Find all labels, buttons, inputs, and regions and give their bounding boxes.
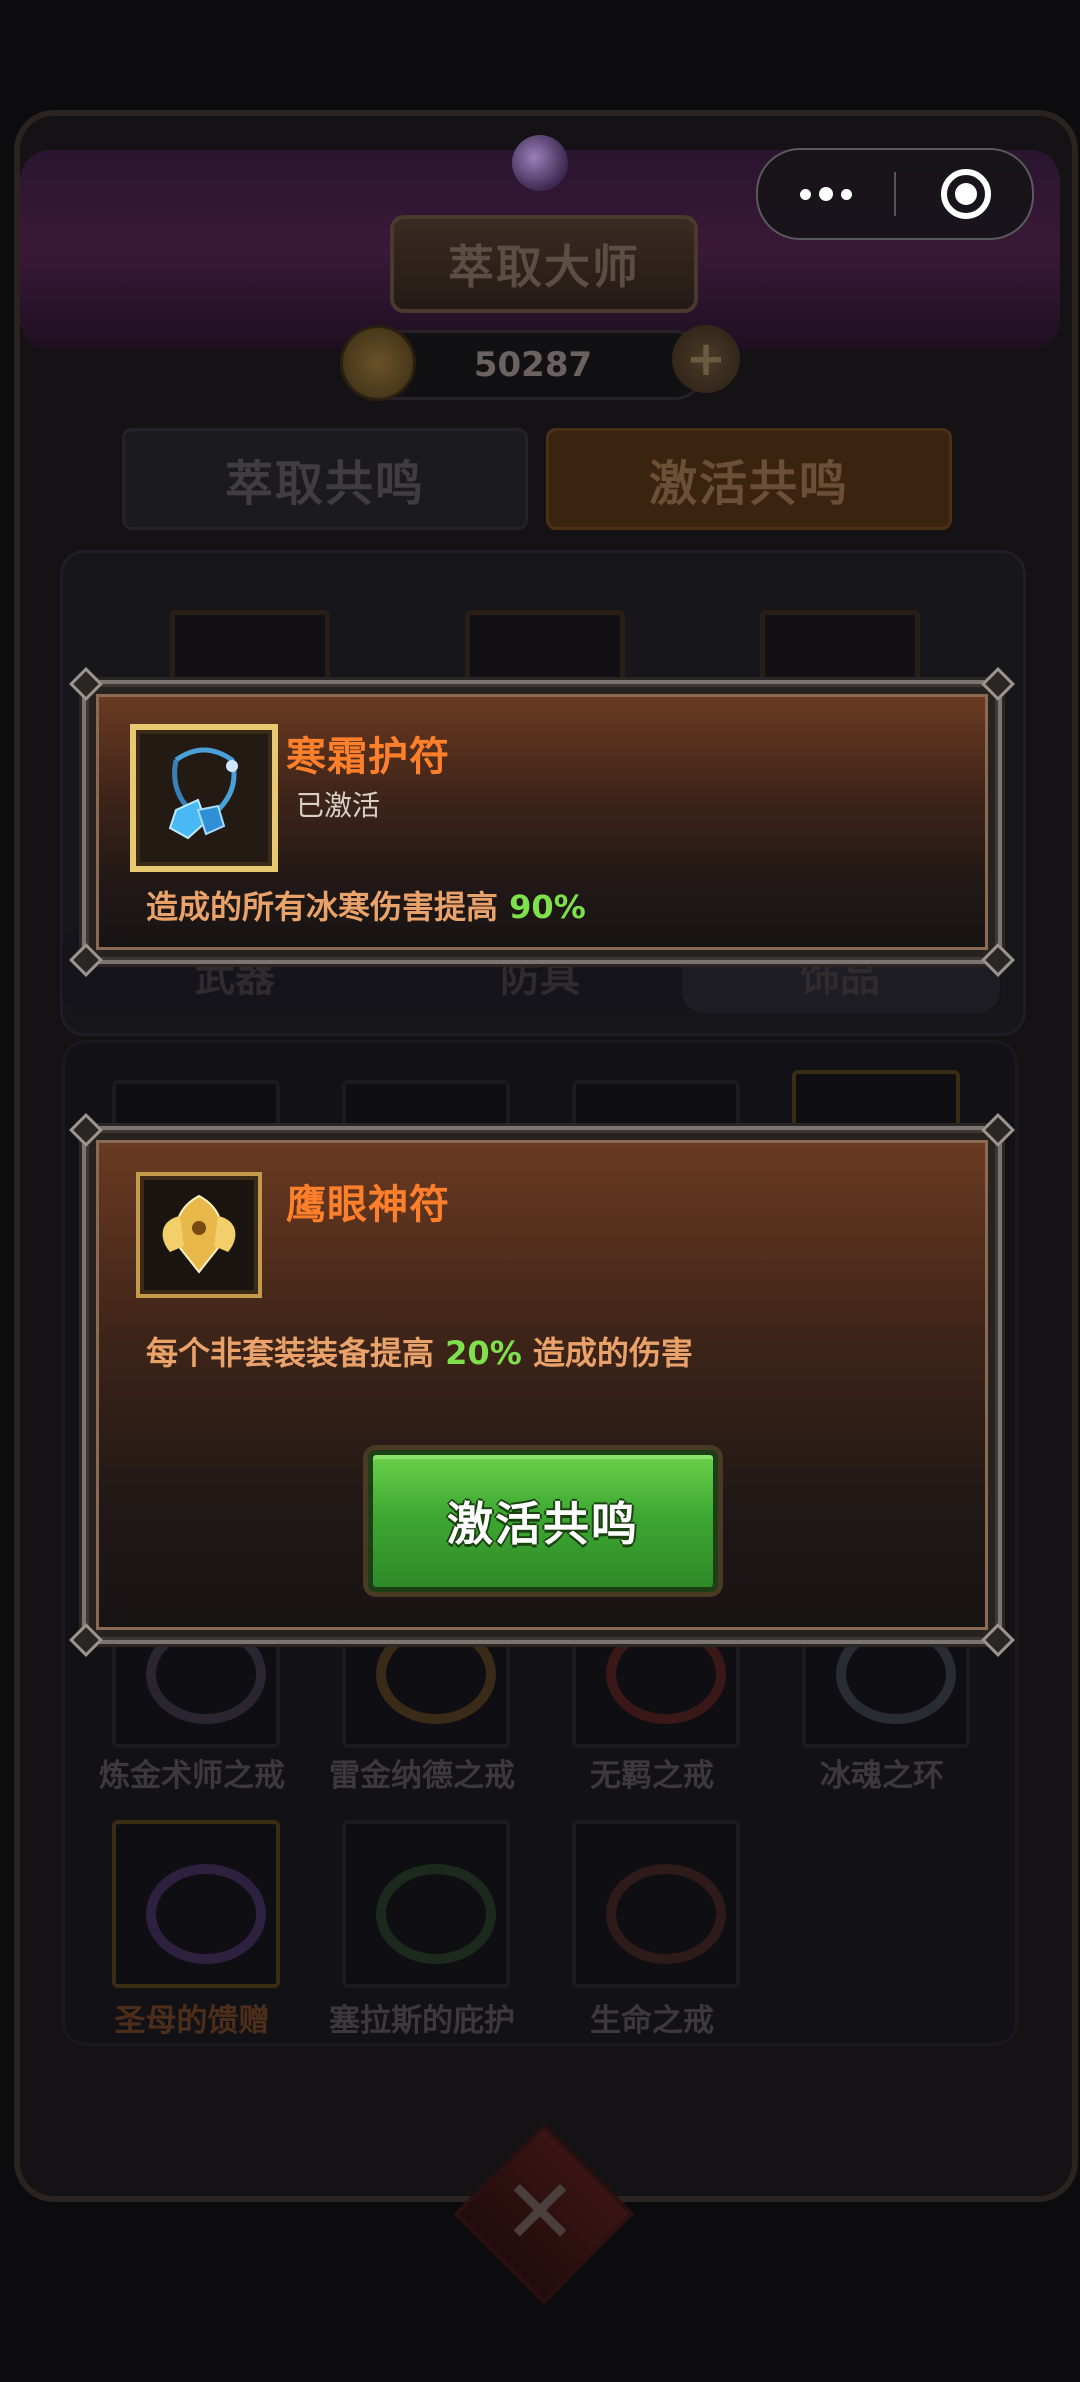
activated-status: 已激活 bbox=[296, 789, 381, 822]
activate-resonance-button[interactable]: 激活共鸣 bbox=[368, 1450, 718, 1592]
item-name: 生命之戒 bbox=[590, 2003, 714, 2039]
card-title: 鹰眼神符 bbox=[286, 1182, 450, 1228]
close-miniprogram-dot bbox=[955, 183, 977, 205]
close-x-icon[interactable]: ✕ bbox=[500, 2160, 580, 2265]
dot-icon bbox=[841, 188, 852, 200]
description-suffix: 造成的伤害 bbox=[521, 1334, 693, 1372]
description-text: 造成的所有冰寒伤害提高 bbox=[146, 888, 510, 926]
grid-item-life-ring[interactable] bbox=[572, 1820, 740, 1988]
grid-item-virgin-gift[interactable] bbox=[112, 1820, 280, 1988]
item-name: 圣母的馈赠 bbox=[114, 2003, 270, 2039]
item-name: 雷金纳德之戒 bbox=[329, 1758, 515, 1794]
item-name: 塞拉斯的庇护 bbox=[329, 2003, 515, 2039]
grid-item-silas-protection[interactable] bbox=[342, 1820, 510, 1988]
miniprogram-capsule bbox=[756, 148, 1034, 240]
frost-amulet-icon bbox=[130, 724, 278, 872]
card-description: 造成的所有冰寒伤害提高 90% bbox=[146, 882, 586, 928]
tab-activate-resonance[interactable]: 激活共鸣 bbox=[546, 428, 952, 530]
item-name: 冰魂之环 bbox=[820, 1758, 944, 1794]
more-menu-button[interactable] bbox=[758, 150, 894, 238]
frost-amulet-card: 寒霜护符 已激活 造成的所有冰寒伤害提高 90% bbox=[69, 667, 1015, 977]
hawk-eye-rune-icon bbox=[136, 1172, 262, 1298]
item-name: 无羁之戒 bbox=[590, 1758, 714, 1794]
bonus-percent: 90% bbox=[509, 888, 586, 926]
add-coins-button[interactable]: + bbox=[672, 325, 740, 393]
item-name: 炼金术师之戒 bbox=[99, 1758, 285, 1794]
capsule-divider bbox=[894, 172, 896, 216]
card-description: 每个非套装装备提高 20% 造成的伤害 bbox=[146, 1328, 693, 1374]
bonus-percent: 20% bbox=[445, 1334, 522, 1372]
gold-coin-icon bbox=[340, 325, 416, 401]
description-text: 每个非套装装备提高 bbox=[146, 1334, 446, 1372]
dot-icon bbox=[800, 188, 811, 200]
tab-extract-resonance[interactable]: 萃取共鸣 bbox=[122, 428, 528, 530]
dot-icon bbox=[819, 187, 833, 201]
crystal-orb-icon bbox=[512, 135, 568, 191]
card-title: 寒霜护符 bbox=[286, 734, 450, 780]
page-title: 萃取大师 bbox=[390, 215, 698, 313]
